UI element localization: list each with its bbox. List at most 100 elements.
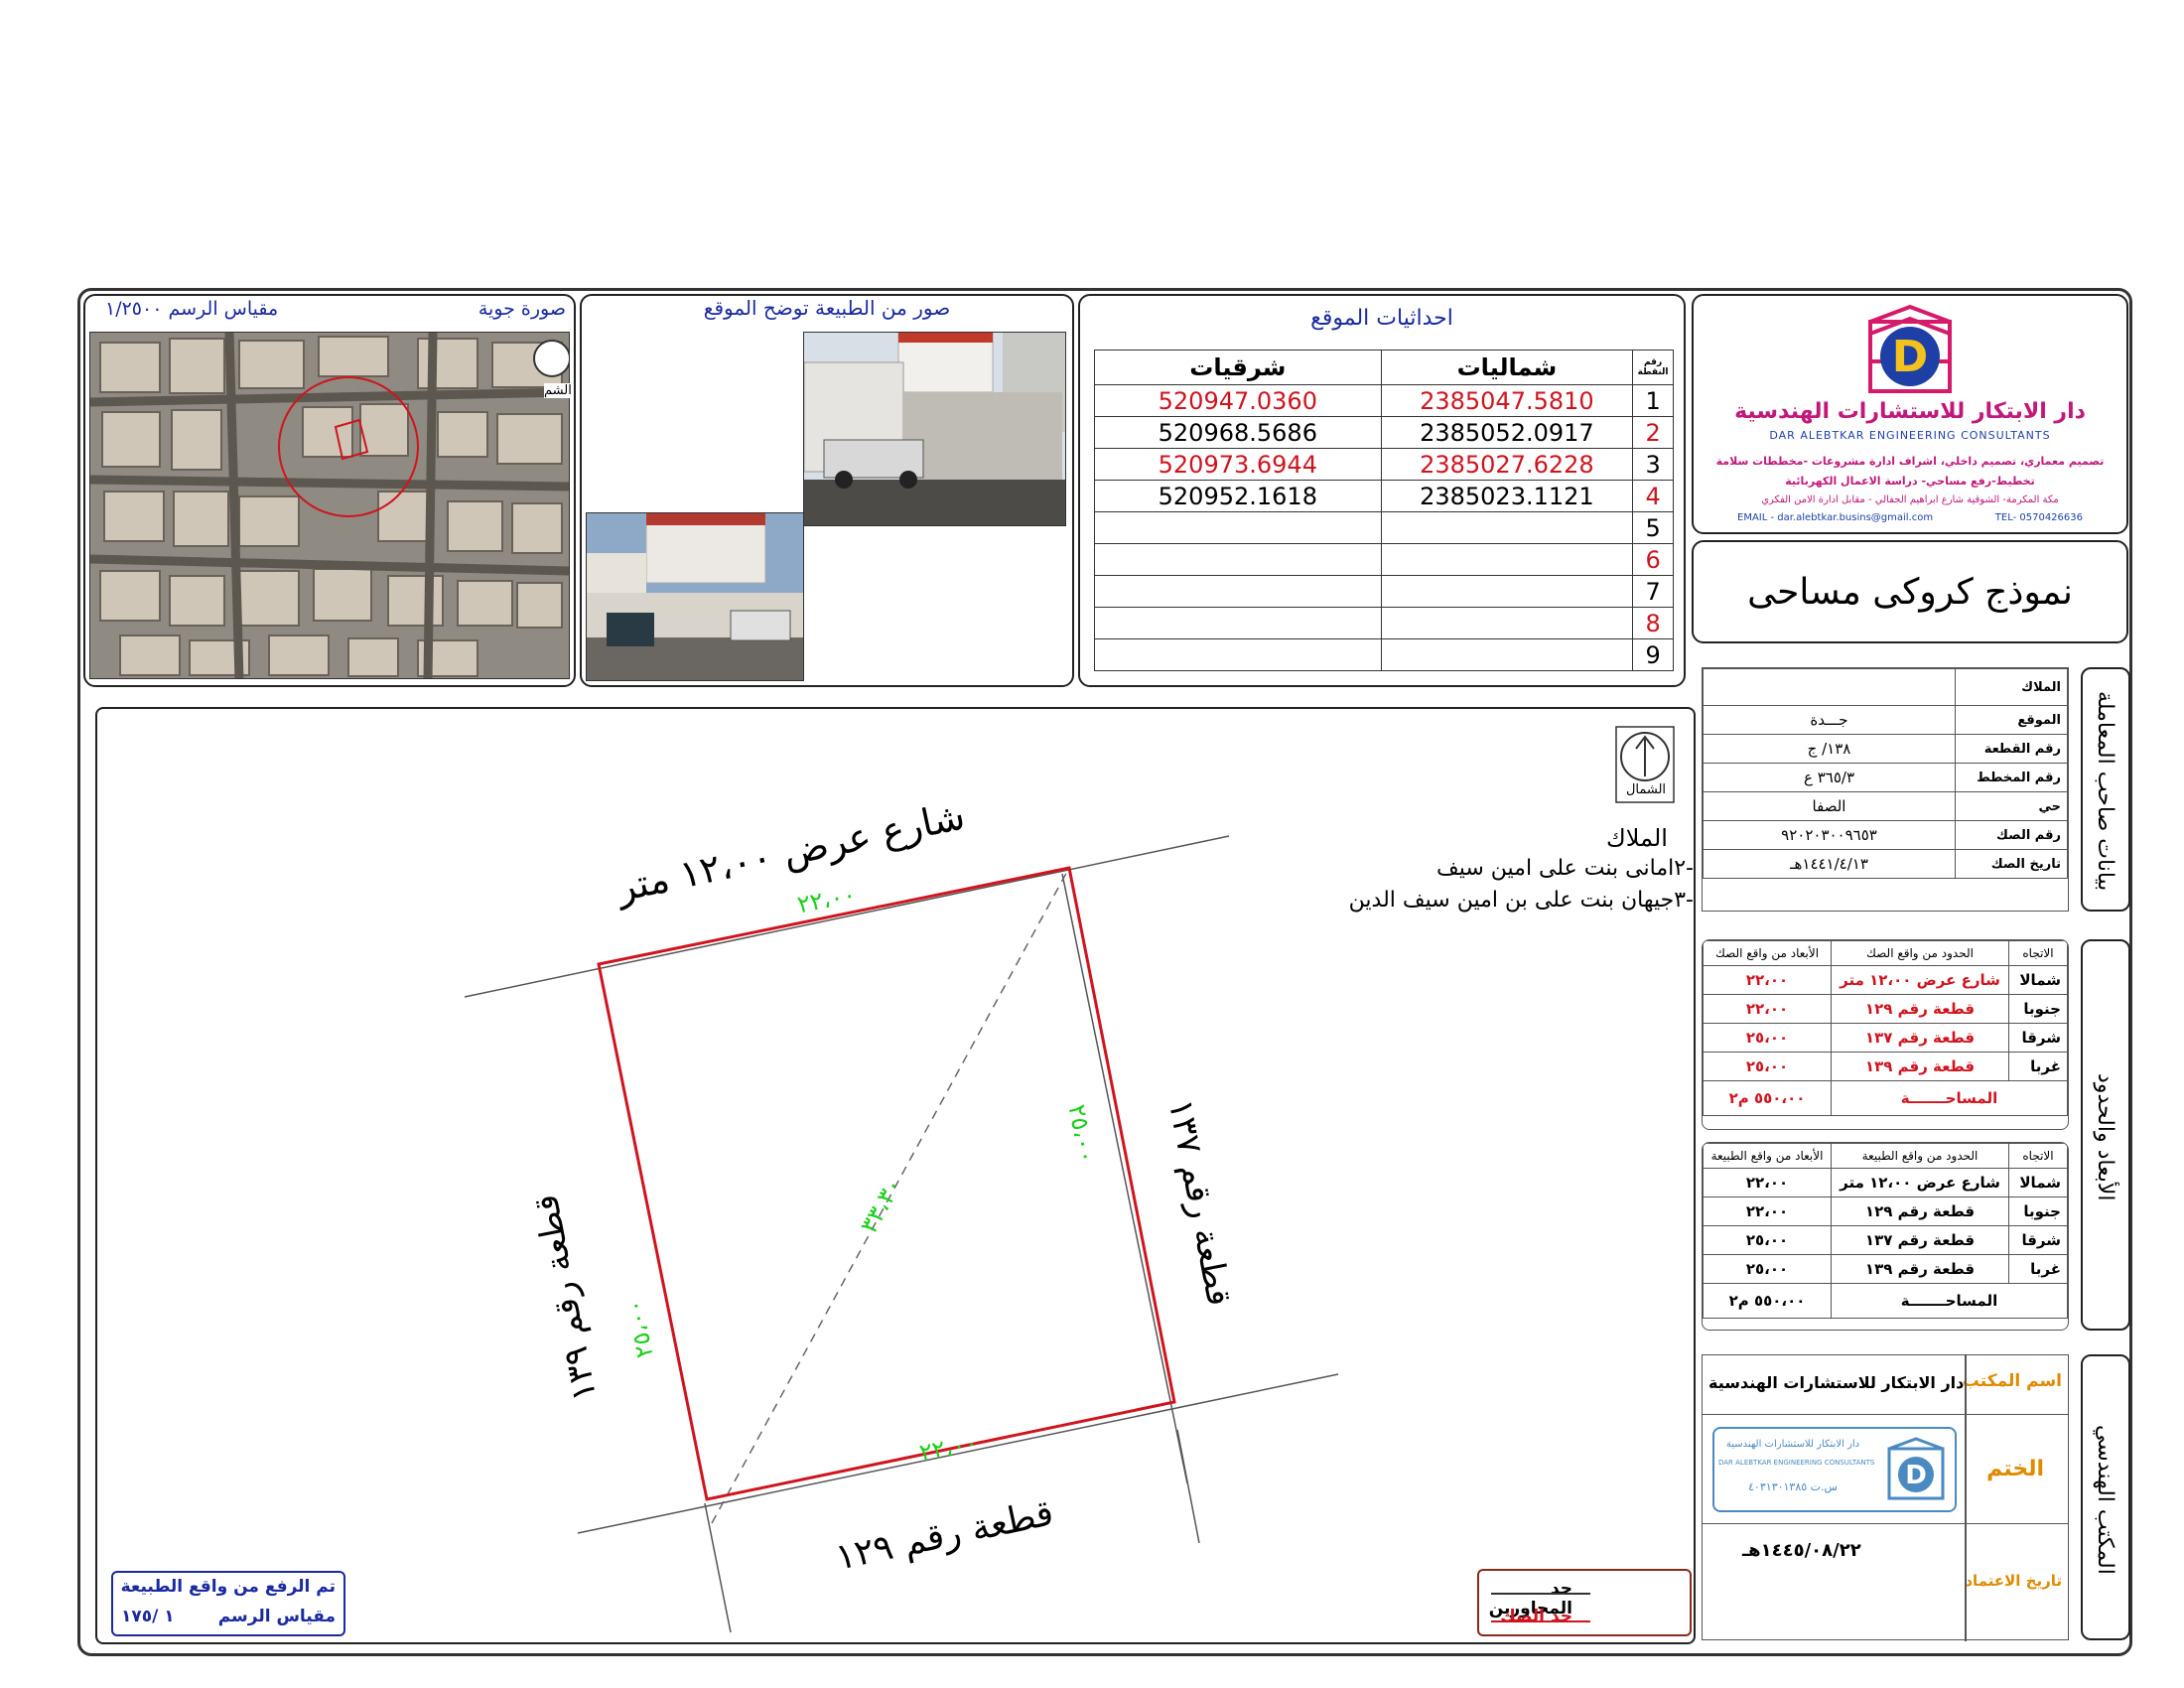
office-side-tab: المكتب الهندسي [2081,1354,2130,1640]
point-number-header: رقم النقطة [1632,350,1674,385]
info-value [1703,668,1956,706]
direction-cell: شمالا [2008,1168,2068,1197]
north-value: 2385052.0917 [1380,416,1634,449]
bounds-row: غربا قطعة رقم ١٣٩ ٢٥،٠٠ [1703,1254,2068,1284]
direction-cell: غربا [2008,1254,2068,1284]
owner-info-row: رقم القطعة ١٣٨/ ج [1703,734,2068,764]
area-value: ٥٥٠،٠٠ م٢ [1703,1283,1832,1319]
bounds-row: شمالا شارع عرض ١٢،٠٠ متر ٢٢،٠٠ [1703,1168,2068,1197]
stamp-name: دار الابتكار للاستشارات الهندسية [1725,1439,1860,1450]
form-title: نموذج كروكى مساحى [1747,572,2073,613]
office-name-value: دار الابتكار للاستشارات الهندسية [1708,1373,1965,1392]
west-edge-line [704,1502,732,1633]
office-address: مكة المكرمة- الشوقية شارع ابراهيم الجفال… [1761,494,2059,505]
owner-info-row: رقم الصك ٩٢٠٢٠٣٠٠٩٦٥٣ [1703,820,2068,850]
area-row: المساحـــــــة ٥٥٠،٠٠ م٢ [1703,1080,2068,1116]
nature-bound-header: الحدود من واقع الطبيعة [1831,1143,2009,1169]
office-name-row: اسم المكتب دار الابتكار للاستشارات الهند… [1703,1355,2068,1415]
office-services-1: تصميم معماري، تصميم داخلي، اشراف ادارة م… [1715,455,2105,468]
coordinate-row: 520973.6944 2385027.6228 3 [1094,448,1674,481]
boundary-cell: قطعة رقم ١٢٩ [1831,1196,2009,1226]
deed-bound-header: الحدود من واقع الصك [1831,940,2009,966]
east-value [1094,543,1382,576]
dims-side-tab: الأبعاد والحدود [2081,939,2130,1331]
form-title-panel: نموذج كروكى مساحى [1692,540,2128,643]
info-label: تاريخ الصك [1955,849,2068,879]
drawing-panel: الشمال الملاك -٢امانى بنت على امين سيف -… [95,707,1696,1644]
info-label: الملاك [1955,668,2068,706]
info-label: رقم القطعة [1955,734,2068,764]
owner-info-row: الموقع جـــدة [1703,705,2068,735]
north-value: 2385047.5810 [1380,384,1634,417]
info-value: ١٤٤١/٤/١٣هـ [1703,849,1956,879]
owner-info-row: الملاك [1703,668,2068,706]
coordinate-row: 520947.0360 2385047.5810 1 [1094,384,1674,417]
direction-cell: جنوبا [2008,994,2068,1024]
boundary-cell: قطعة رقم ١٣٩ [1831,1052,2009,1081]
office-date-row: تاريخ الاعتماد ١٤٤٥/٠٨/٢٢هـ [1703,1524,2068,1641]
nature-dim-header: الأبعاد من واقع الطبيعة [1703,1143,1832,1169]
office-stamp: دار الابتكار للاستشارات الهندسية DAR ALE… [1712,1427,1957,1512]
point-number: 3 [1632,448,1674,481]
owner-info-row: رقم المخطط ٣٦٥/٣ ع [1703,763,2068,792]
deed-bounds-table: الاتجاه الحدود من واقع الصك الأبعاد من و… [1703,940,2068,1116]
coordinate-row: 8 [1094,607,1674,639]
office-block: اسم المكتب دار الابتكار للاستشارات الهند… [1702,1354,2069,1641]
dimension-cell: ٢٥،٠٠ [1703,1052,1832,1081]
east-value [1094,607,1382,639]
office-email[interactable]: EMAIL - dar.alebtkar.busins@gmail.com [1737,512,1933,523]
nature-dir-header: الاتجاه [2008,1143,2068,1169]
direction-cell: شرقا [2008,1225,2068,1255]
dimension-cell: ٢٢،٠٠ [1703,1196,1832,1226]
dimension-cell: ٢٥،٠٠ [1703,1254,1832,1284]
nature-bounds-table: الاتجاه الحدود من واقع الطبيعة الأبعاد م… [1703,1143,2068,1319]
coordinates-title: احداثيات الموقع [1310,306,1453,331]
area-value: ٥٥٠،٠٠ م٢ [1703,1080,1832,1116]
scale-label: مقياس الرسم [217,1607,336,1626]
point-number: 8 [1632,607,1674,639]
coordinate-row: 6 [1094,543,1674,576]
legend-deed-line [1491,1620,1590,1622]
north-value [1380,638,1634,671]
direction-cell: شمالا [2008,965,2068,995]
direction-cell: غربا [2008,1052,2068,1081]
coordinates-table: شرقيات شماليات رقم النقطة 520947.0360 238… [1094,350,1674,671]
point-number: 2 [1632,416,1674,449]
stamp-name-en: DAR ALEBTKAR ENGINEERING CONSULTANTS [1718,1459,1875,1467]
office-side-label: المكتب الهندسي [2093,1424,2117,1575]
direction-cell: جنوبا [2008,1196,2068,1226]
owner-info-row: تاريخ الصك ١٤٤١/٤/١٣هـ [1703,849,2068,879]
stamp-divider [1965,1415,1967,1524]
east-header: شرقيات [1094,350,1382,385]
east-value: 520973.6944 [1094,448,1382,481]
point-number: 5 [1632,511,1674,544]
area-label: المساحـــــــة [1831,1283,2068,1319]
bounds-row: جنوبا قطعة رقم ١٢٩ ٢٢،٠٠ [1703,994,2068,1024]
coordinate-row: 9 [1094,638,1674,671]
info-label: رقم الصك [1955,820,2068,850]
photos-title: صور من الطبيعة توضح الموقع [703,296,951,320]
point-number: 9 [1632,638,1674,671]
bounds-row: شمالا شارع عرض ١٢،٠٠ متر ٢٢،٠٠ [1703,965,2068,995]
boundary-cell: قطعة رقم ١٣٧ [1831,1023,2009,1053]
office-name-en: DAR ALEBTKAR ENGINEERING CONSULTANTS [1769,429,2051,442]
area-label: المساحـــــــة [1831,1080,2068,1116]
site-photo-2 [586,512,804,681]
boundary-cell: قطعة رقم ١٣٩ [1831,1254,2009,1284]
aerial-image [89,332,570,679]
approval-date: ١٤٤٥/٠٨/٢٢هـ [1742,1540,1861,1561]
stamp-cr: س.ت ٤٠٣١٣٠١٣٨٥ [1748,1480,1838,1493]
east-value [1094,511,1382,544]
aerial-scale: مقياس الرسم ١/٢٥٠٠ [105,298,279,320]
north-value: 2385023.1121 [1380,480,1634,512]
info-value: ٩٢٠٢٠٣٠٠٩٦٥٣ [1703,820,1956,850]
area-row: المساحـــــــة ٥٥٠،٠٠ م٢ [1703,1283,2068,1319]
north-value [1380,511,1634,544]
dimension-cell: ٢٢،٠٠ [1703,1168,1832,1197]
deed-dir-header: الاتجاه [2008,940,2068,966]
svg-text:D: D [1905,1461,1927,1490]
office-logo: D [1860,302,1960,401]
east-value [1094,638,1382,671]
info-value: جـــدة [1703,705,1956,735]
point-number: 4 [1632,480,1674,512]
